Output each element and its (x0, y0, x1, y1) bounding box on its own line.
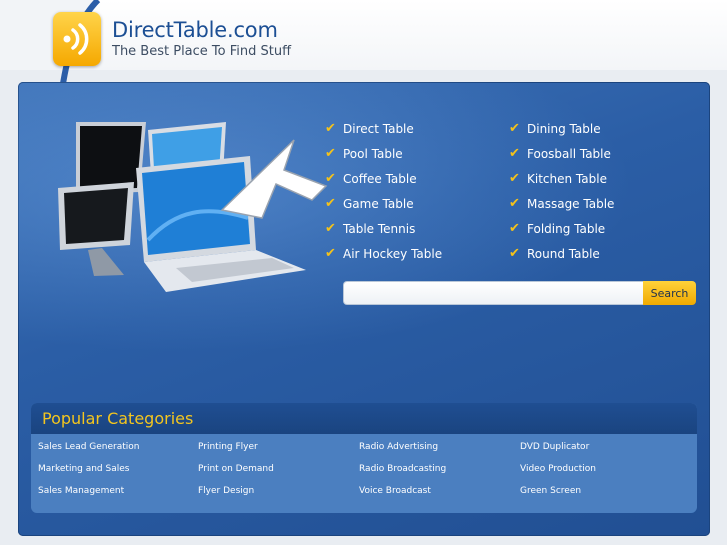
search-input[interactable] (343, 281, 650, 305)
header-swoosh (0, 0, 101, 90)
category-link[interactable]: Flyer Design (198, 486, 254, 496)
keyword-link[interactable]: ✔ Dining Table (509, 116, 679, 141)
checkmark-icon: ✔ (325, 171, 336, 186)
site-tagline: The Best Place To Find Stuff (112, 44, 292, 59)
category-link[interactable]: Marketing and Sales (38, 464, 129, 474)
checkmark-icon: ✔ (509, 221, 520, 236)
keyword-link[interactable]: ✔ Table Tennis (325, 216, 495, 241)
checkmark-icon: ✔ (509, 146, 520, 161)
checkmark-icon: ✔ (509, 196, 520, 211)
keyword-link[interactable]: ✔ Coffee Table (325, 166, 495, 191)
category-link[interactable]: Print on Demand (198, 464, 274, 474)
keyword-link[interactable]: ✔ Folding Table (509, 216, 679, 241)
keyword-list-left: ✔ Direct Table ✔ Pool Table ✔ Coffee Table … (325, 116, 495, 266)
category-link[interactable]: Video Production (520, 464, 596, 474)
category-link[interactable]: Green Screen (520, 486, 581, 496)
keyword-list-right: ✔ Dining Table ✔ Foosball Table ✔ Kitchen T… (509, 116, 679, 266)
site-logo[interactable] (53, 12, 101, 66)
category-link[interactable]: Sales Lead Generation (38, 442, 140, 452)
site-title[interactable]: DirectTable.com (112, 18, 278, 42)
popular-categories-title: Popular Categories (42, 409, 194, 428)
checkmark-icon: ✔ (325, 121, 336, 136)
keyword-link[interactable]: ✔ Massage Table (509, 191, 679, 216)
keyword-link[interactable]: ✔ Air Hockey Table (325, 241, 495, 266)
computers-illustration (58, 122, 328, 292)
checkmark-icon: ✔ (509, 246, 520, 261)
popular-categories: Popular Categories Sales Lead Generation… (31, 403, 697, 513)
keyword-link[interactable]: ✔ Kitchen Table (509, 166, 679, 191)
category-link[interactable]: Radio Advertising (359, 442, 438, 452)
keyword-link[interactable]: ✔ Round Table (509, 241, 679, 266)
search-button[interactable]: Search (643, 281, 696, 305)
checkmark-icon: ✔ (509, 121, 520, 136)
checkmark-icon: ✔ (509, 171, 520, 186)
category-link[interactable]: DVD Duplicator (520, 442, 589, 452)
monitor-back-icon (76, 122, 146, 194)
keyword-link[interactable]: ✔ Game Table (325, 191, 495, 216)
keyword-link[interactable]: ✔ Direct Table (325, 116, 495, 141)
checkmark-icon: ✔ (325, 196, 336, 211)
checkmark-icon: ✔ (325, 146, 336, 161)
category-link[interactable]: Sales Management (38, 486, 124, 496)
category-link[interactable]: Printing Flyer (198, 442, 258, 452)
checkmark-icon: ✔ (325, 221, 336, 236)
category-link[interactable]: Voice Broadcast (359, 486, 431, 496)
main-panel: ✔ Direct Table ✔ Pool Table ✔ Coffee Table … (18, 82, 710, 536)
keyword-link[interactable]: ✔ Foosball Table (509, 141, 679, 166)
category-link[interactable]: Radio Broadcasting (359, 464, 446, 474)
sound-waves-icon (63, 23, 89, 55)
monitor-side-icon (58, 182, 134, 276)
site-header: DirectTable.com The Best Place To Find S… (0, 0, 727, 90)
checkmark-icon: ✔ (325, 246, 336, 261)
keyword-link[interactable]: ✔ Pool Table (325, 141, 495, 166)
